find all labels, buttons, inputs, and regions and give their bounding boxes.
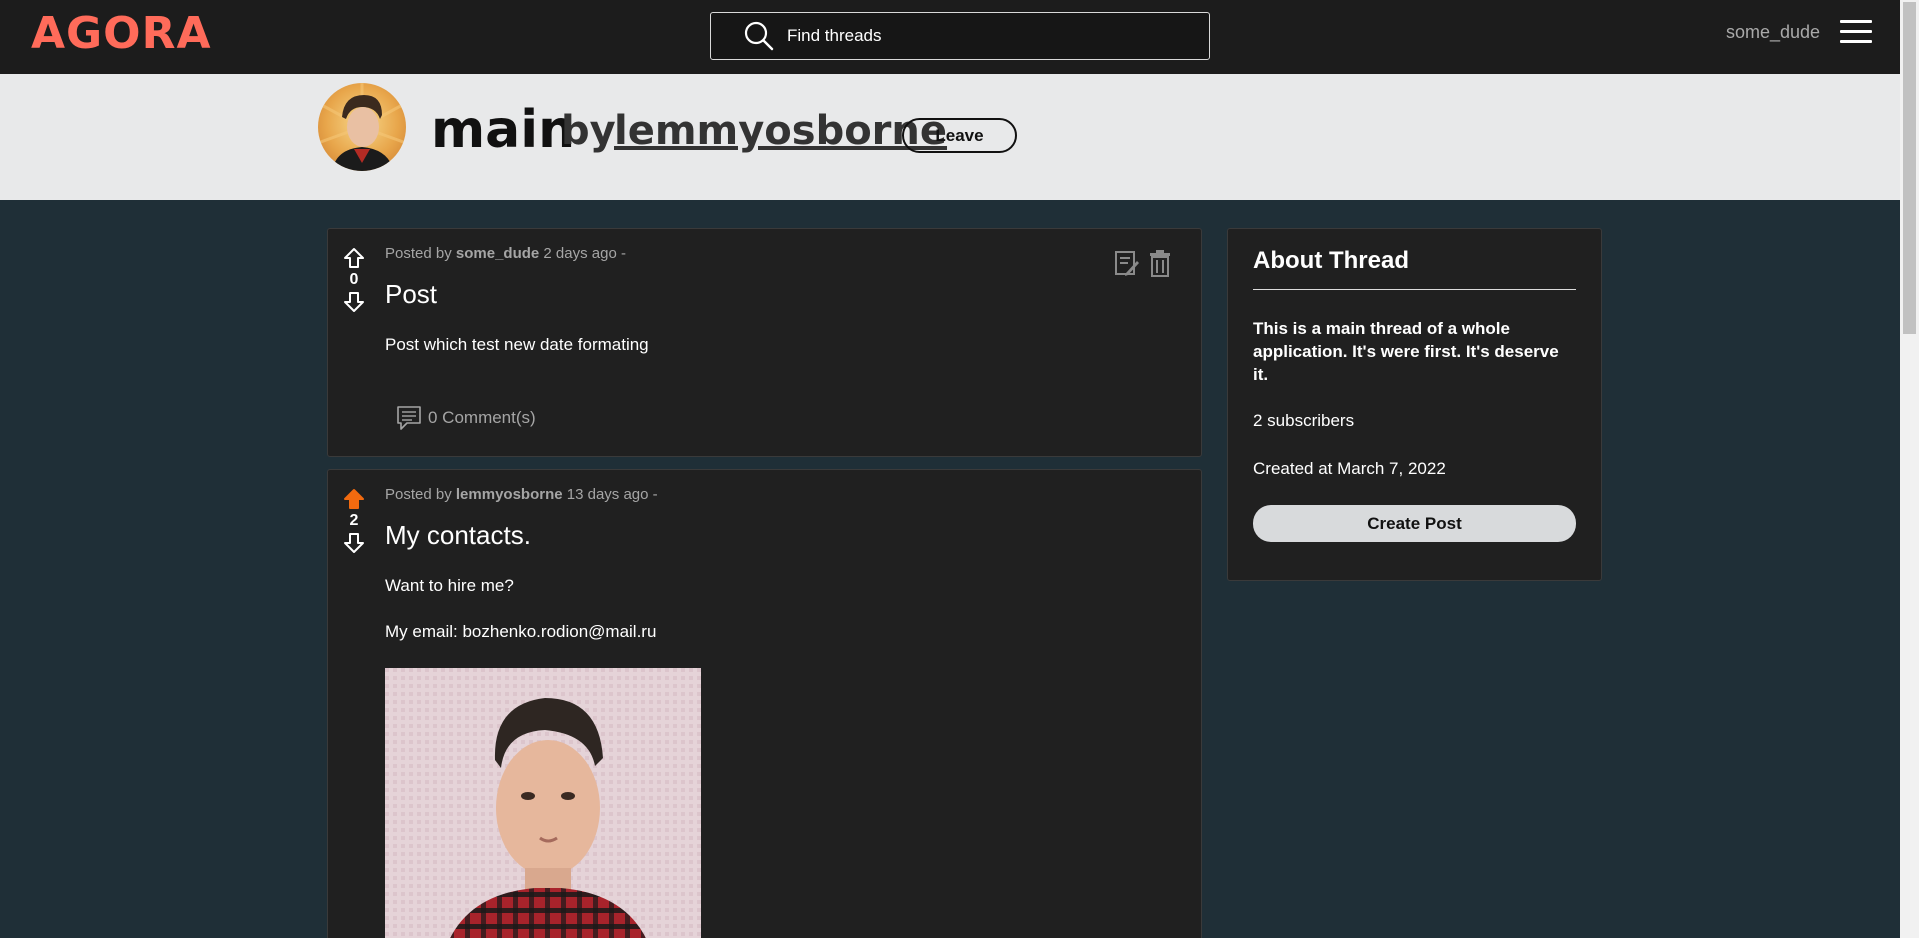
posted-by-label: Posted by <box>385 245 452 262</box>
avatar-portrait-image <box>318 83 406 171</box>
post-meta: Posted by lemmyosborne 13 days ago - <box>385 486 658 503</box>
vote-widget: 0 <box>341 247 367 313</box>
thread-by-label: by <box>561 108 616 154</box>
meta-separator: - <box>652 486 658 503</box>
edit-icon[interactable] <box>1114 249 1140 277</box>
search-input[interactable] <box>787 26 1167 46</box>
post-time: 13 days ago <box>566 486 649 503</box>
posted-by-label: Posted by <box>385 486 452 503</box>
thread-description: This is a main thread of a whole applica… <box>1253 319 1559 384</box>
post-time: 2 days ago <box>543 245 617 262</box>
created-date: Created at March 7, 2022 <box>1253 459 1446 478</box>
upvote-arrow-icon[interactable] <box>343 247 365 269</box>
vote-count: 0 <box>349 271 359 288</box>
search-icon <box>744 21 774 51</box>
post-card[interactable]: 2 Posted by lemmyosborne 13 days ago - M… <box>327 469 1202 938</box>
top-navbar: AGORA some_dude <box>0 0 1900 74</box>
divider <box>1253 289 1576 290</box>
post-actions <box>1114 249 1172 277</box>
downvote-arrow-icon[interactable] <box>343 532 365 554</box>
about-thread-panel: About Thread This is a main thread of a … <box>1227 228 1602 581</box>
trash-icon[interactable] <box>1148 249 1172 277</box>
about-title: About Thread <box>1253 247 1409 274</box>
comment-icon <box>397 406 421 430</box>
portrait-photo <box>385 668 701 938</box>
post-photo-image <box>385 668 701 938</box>
hamburger-menu-icon[interactable] <box>1840 20 1872 46</box>
post-title[interactable]: Post <box>385 279 437 310</box>
current-username[interactable]: some_dude <box>1726 22 1820 43</box>
post-body-text: Post which test new date formating <box>385 335 649 354</box>
post-body-text: Want to hire me? <box>385 576 514 595</box>
thread-name: main <box>431 100 576 160</box>
meta-separator: - <box>620 245 626 262</box>
comments-link[interactable]: 0 Comment(s) <box>396 405 536 431</box>
agora-logo[interactable]: AGORA <box>31 10 212 58</box>
scrollbar-thumb[interactable] <box>1903 2 1916 334</box>
search-bar[interactable] <box>710 12 1210 60</box>
comments-count-label: 0 Comment(s) <box>428 408 536 427</box>
post-body-text: My email: bozhenko.rodion@mail.ru <box>385 622 657 641</box>
subscribers-count: 2 subscribers <box>1253 411 1355 430</box>
thread-author-link[interactable]: lemmyosborne <box>614 108 947 154</box>
upvote-arrow-icon[interactable] <box>343 488 365 510</box>
create-post-button[interactable]: Create Post <box>1253 505 1576 542</box>
post-title[interactable]: My contacts. <box>385 520 531 551</box>
post-author-link[interactable]: lemmyosborne <box>456 486 563 503</box>
author-avatar <box>318 83 406 171</box>
post-card[interactable]: 0 Posted by some_dude 2 days ago - Post … <box>327 228 1202 457</box>
post-meta: Posted by some_dude 2 days ago - <box>385 245 626 262</box>
vote-count: 2 <box>349 512 359 529</box>
downvote-arrow-icon[interactable] <box>343 291 365 313</box>
post-author-link[interactable]: some_dude <box>456 245 539 262</box>
leave-button[interactable]: Leave <box>902 118 1017 153</box>
vote-widget: 2 <box>341 488 367 554</box>
